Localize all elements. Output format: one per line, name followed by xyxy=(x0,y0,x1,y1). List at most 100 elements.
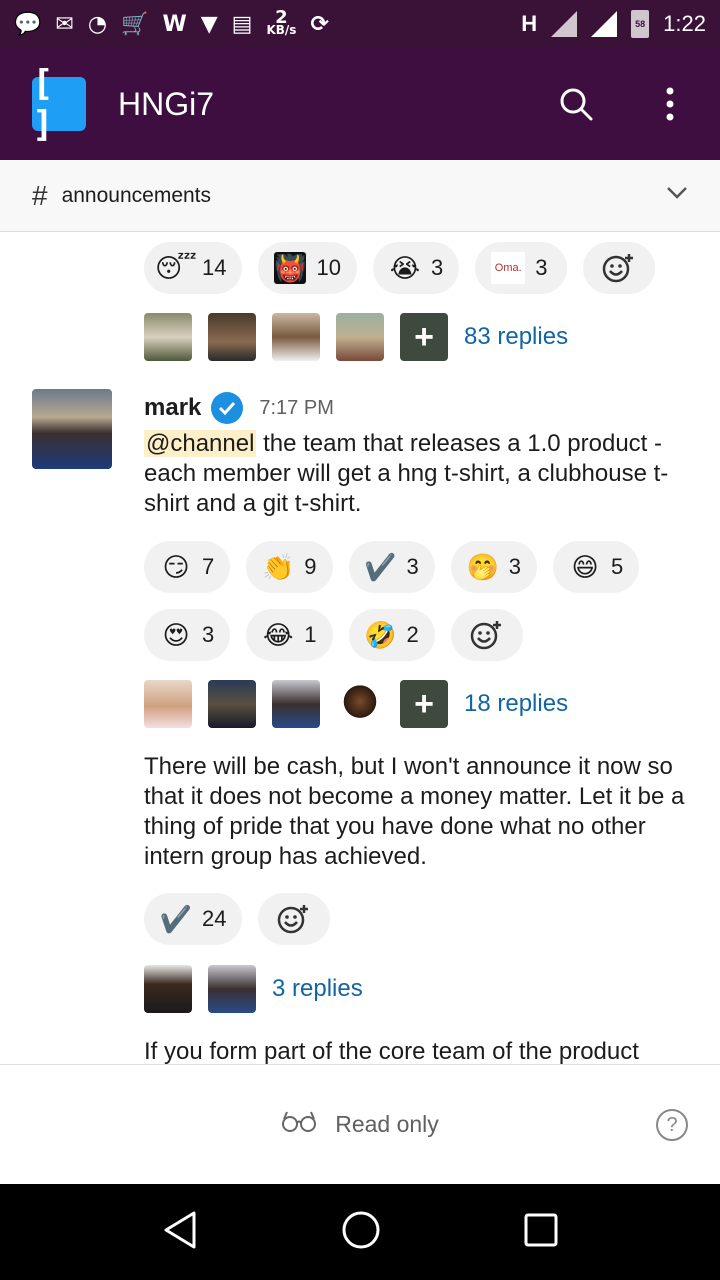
reaction-chip[interactable]: Oma. 3 xyxy=(475,242,568,294)
signal-icon-2 xyxy=(591,11,618,37)
reaction-chip[interactable]: 😍 3 xyxy=(144,609,231,661)
avatar xyxy=(144,313,192,361)
message-header: mark 7:17 PM xyxy=(144,392,334,424)
messenger-icon: 💬 xyxy=(14,11,42,37)
oma-emoji-icon: Oma. xyxy=(491,252,526,284)
glasses-icon xyxy=(281,1110,317,1140)
chevron-down-icon[interactable] xyxy=(666,186,688,205)
heart-eyes-emoji-icon: 😍 xyxy=(162,620,190,650)
channel-name: announcements xyxy=(61,183,212,207)
replies-link[interactable]: 18 replies xyxy=(464,690,568,718)
reaction-row: 😴 14 👹 10 😭 3 Oma. 3 xyxy=(144,242,656,294)
system-nav-bar xyxy=(0,1184,720,1280)
reaction-count: 10 xyxy=(316,255,341,280)
sync-icon: ⟳ xyxy=(310,11,329,37)
thread-summary[interactable]: 3 replies xyxy=(144,965,363,1013)
more-participants-icon: + xyxy=(400,680,448,728)
avatar xyxy=(336,313,384,361)
joy-emoji-icon: 😂 xyxy=(263,620,294,650)
reaction-chip[interactable]: 🤣 2 xyxy=(348,609,435,661)
reaction-chip[interactable]: 👏 9 xyxy=(246,541,333,593)
check-emoji-icon: ✔️ xyxy=(159,904,193,934)
message-body: There will be cash, but I won't announce… xyxy=(144,753,685,870)
reaction-chip[interactable]: 😏 7 xyxy=(144,541,231,593)
mask-emoji-icon: 👹 xyxy=(274,252,307,284)
message-body: If you form part of the core team of the… xyxy=(144,1038,639,1064)
reaction-row: ✔️ 24 xyxy=(144,893,331,945)
reaction-count: 9 xyxy=(304,554,317,579)
message-body: @channel the team that releases a 1.0 pr… xyxy=(144,429,694,519)
recents-icon[interactable] xyxy=(524,1213,558,1252)
avatar xyxy=(208,965,256,1013)
avatar xyxy=(144,965,192,1013)
replies-link[interactable]: 83 replies xyxy=(464,323,568,351)
reaction-count: 14 xyxy=(202,255,227,280)
battery-icon: 58 xyxy=(631,10,650,38)
channel-mention[interactable]: @channel xyxy=(144,430,257,457)
avatar xyxy=(336,680,384,728)
status-bar: 💬 ✉ ◔ 🛒 W ▼ ▤ 2 KB/s ⟳ H 58 1:22 xyxy=(0,0,720,48)
help-icon[interactable]: ? xyxy=(656,1109,688,1141)
reaction-chip[interactable]: 👹 10 xyxy=(258,242,357,294)
reaction-count: 3 xyxy=(406,554,419,579)
channel-hash-icon: # xyxy=(32,179,48,211)
avatar[interactable] xyxy=(32,389,112,469)
network-type: H xyxy=(521,11,538,36)
more-participants-icon: + xyxy=(400,313,448,361)
add-reaction-button[interactable] xyxy=(258,893,331,945)
avatar xyxy=(144,680,192,728)
channel-header[interactable]: # announcements xyxy=(0,160,720,232)
smirk-emoji-icon: 😏 xyxy=(162,552,190,582)
rofl-emoji-icon: 🤣 xyxy=(364,620,397,650)
replies-link[interactable]: 3 replies xyxy=(272,975,363,1003)
reaction-chip[interactable]: ✔️ 3 xyxy=(348,541,435,593)
clock: 1:22 xyxy=(663,11,706,36)
reaction-count: 1 xyxy=(304,622,317,647)
reaction-count: 3 xyxy=(508,554,521,579)
reaction-chip[interactable]: 😄 5 xyxy=(553,541,640,593)
reaction-chip[interactable]: 😂 1 xyxy=(246,609,333,661)
reaction-count: 2 xyxy=(406,622,419,647)
reaction-chip[interactable]: ✔️ 24 xyxy=(144,893,243,945)
message-timestamp: 7:17 PM xyxy=(259,396,334,419)
reaction-count: 5 xyxy=(611,554,624,579)
haha-emoji-icon: 🤭 xyxy=(466,552,499,582)
home-icon[interactable] xyxy=(341,1210,381,1255)
avatar xyxy=(208,313,256,361)
app-icon: ◔ xyxy=(87,11,108,37)
thread-summary[interactable]: + 83 replies xyxy=(144,313,568,361)
vpn-icon: ▼ xyxy=(200,11,218,37)
workspace-logo[interactable]: [ ] xyxy=(32,63,86,145)
add-reaction-button[interactable] xyxy=(583,242,656,294)
verified-badge-icon xyxy=(211,392,244,424)
read-only-label: Read only xyxy=(335,1111,439,1137)
reaction-count: 3 xyxy=(202,622,215,647)
smile-emoji-icon: 😄 xyxy=(571,552,599,582)
avatar xyxy=(272,313,320,361)
sleepy-emoji-icon: 😴 xyxy=(155,253,197,283)
network-speed: 2 KB/s xyxy=(266,7,297,37)
reaction-row: 😍 3 😂 1 🤣 2 xyxy=(144,609,523,661)
crying-emoji-icon: 😭 xyxy=(389,253,421,283)
gmail-icon: ✉ xyxy=(55,11,74,37)
shop-cart-icon: 🛒 xyxy=(121,11,149,37)
thread-summary[interactable]: + 18 replies xyxy=(144,680,568,728)
news-icon: ▤ xyxy=(231,11,253,37)
signal-icon xyxy=(551,11,578,37)
add-reaction-button[interactable] xyxy=(450,609,523,661)
author-name[interactable]: mark xyxy=(144,394,201,422)
app-bar: [ ] HNGi7 xyxy=(0,48,720,160)
clap-emoji-icon: 👏 xyxy=(262,552,295,582)
search-icon[interactable] xyxy=(558,84,594,124)
reaction-chip[interactable]: 😴 14 xyxy=(144,242,243,294)
reaction-chip[interactable]: 🤭 3 xyxy=(450,541,537,593)
back-icon[interactable] xyxy=(162,1210,198,1255)
message-list[interactable]: 😴 14 👹 10 😭 3 Oma. 3 + 83 replies mark 7… xyxy=(0,232,720,1064)
reaction-count: 24 xyxy=(202,906,227,931)
w-icon: W xyxy=(162,11,187,37)
reaction-row: 😏 7 👏 9 ✔️ 3 🤭 3 😄 5 xyxy=(144,541,640,593)
read-only-footer: Read only ? xyxy=(0,1064,720,1184)
more-options-icon[interactable] xyxy=(652,84,688,124)
reaction-chip[interactable]: 😭 3 xyxy=(372,242,460,294)
avatar xyxy=(208,680,256,728)
